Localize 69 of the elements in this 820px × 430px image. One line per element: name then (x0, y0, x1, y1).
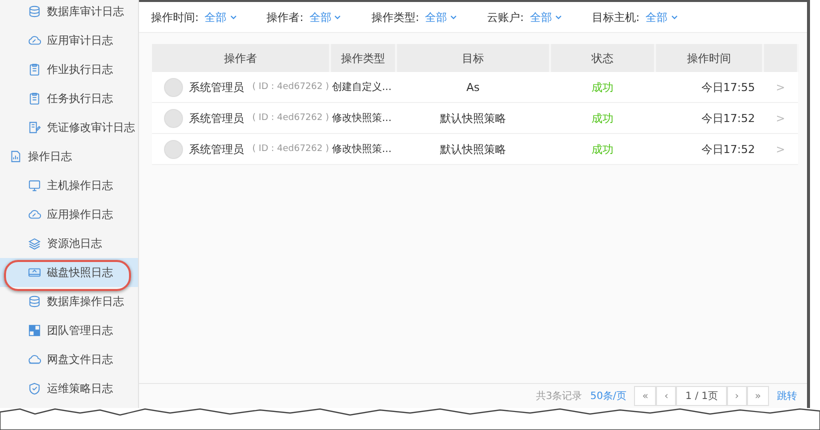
column-header: 操作类型 (330, 44, 396, 72)
table-cell: 修改快照策... (330, 102, 396, 134)
caret-icon (230, 14, 237, 20)
column-header: 操作时间 (655, 44, 763, 72)
caret-icon (554, 14, 562, 20)
layers-icon (28, 237, 41, 250)
clipboard-icon (28, 92, 41, 105)
operator-name: 系统管理员 (189, 80, 244, 94)
next-page-button[interactable]: › (726, 386, 747, 406)
cloud-icon (28, 208, 41, 221)
table-cell: 创建自定义... (330, 72, 396, 102)
column-header: 状态 (550, 44, 655, 72)
sidebar-item[interactable]: 资源池日志 (0, 229, 138, 258)
caret-icon (670, 14, 678, 20)
sidebar-item[interactable]: 应用审计日志 (0, 26, 138, 55)
cloud-icon (28, 353, 41, 366)
first-page-button[interactable]: « (634, 386, 656, 406)
chart-document-icon (9, 150, 22, 163)
page-indicator: 1 / 1页 (676, 386, 727, 406)
shield-icon (28, 382, 41, 395)
operator-name: 系统管理员 (189, 142, 244, 156)
sidebar-item[interactable]: 凭证修改审计日志 (0, 113, 138, 142)
avatar-icon (164, 108, 183, 128)
table-cell: 默认快照策略 (396, 134, 550, 164)
last-page-button[interactable]: » (746, 386, 769, 406)
operator-id: ( ID : 4ed67262 ) (252, 82, 329, 92)
document-edit-icon (28, 121, 41, 134)
sidebar-item[interactable]: 网盘文件日志 (0, 345, 138, 374)
prev-page-button[interactable]: ‹ (656, 386, 676, 406)
table-cell: 今日17:55 (655, 72, 763, 102)
sidebar-item[interactable]: 磁盘快照日志 (0, 258, 138, 287)
database-icon (28, 5, 41, 18)
avatar-icon (164, 78, 183, 96)
table-cell: 默认快照策略 (396, 102, 550, 134)
monitor-icon (28, 179, 41, 192)
avatar-icon (164, 140, 183, 158)
column-header: 操作者 (152, 44, 330, 72)
status-text: 成功 (550, 134, 655, 164)
sidebar-item[interactable]: 主机操作日志 (0, 171, 138, 200)
sidebar-item[interactable]: 团队管理日志 (0, 316, 138, 345)
sidebar-item[interactable]: 运维策略日志 (0, 374, 138, 403)
operator-name: 系统管理员 (189, 110, 244, 126)
grid-icon (28, 324, 41, 337)
caret-icon (334, 14, 342, 20)
sidebar-item[interactable]: 数据库操作日志 (0, 287, 138, 316)
record-count: 共3条记录 (536, 390, 582, 403)
sidebar-item[interactable]: 任务执行日志 (0, 84, 138, 113)
sidebar-item[interactable]: 应用操作日志 (0, 200, 138, 229)
database-icon (28, 295, 41, 308)
clipboard-icon (28, 63, 41, 76)
sidebar-item[interactable]: 数据库审计日志 (0, 0, 138, 26)
filter-label: 操作时间: (151, 10, 199, 24)
caret-icon (450, 14, 458, 20)
table-cell: 今日17:52 (655, 134, 763, 164)
filter-label: 云账户: (487, 10, 524, 24)
filter-label: 目标主机: (592, 10, 640, 24)
filter-label: 操作者: (266, 10, 304, 24)
sidebar-group[interactable]: 操作日志 (0, 142, 138, 171)
status-text: 成功 (550, 72, 655, 102)
table-cell: 修改快照策... (330, 134, 396, 164)
status-text: 成功 (550, 102, 655, 134)
cloud-icon (28, 34, 41, 47)
operator-id: ( ID : 4ed67262 ) (252, 113, 329, 123)
sidebar-item[interactable]: 作业执行日志 (0, 55, 138, 84)
operator-id: ( ID : 4ed67262 ) (252, 144, 329, 154)
column-header: 目标 (396, 44, 550, 72)
filter-label: 操作类型: (371, 10, 420, 24)
table-cell: 今日17:52 (655, 102, 763, 134)
table-cell: As (396, 72, 550, 102)
